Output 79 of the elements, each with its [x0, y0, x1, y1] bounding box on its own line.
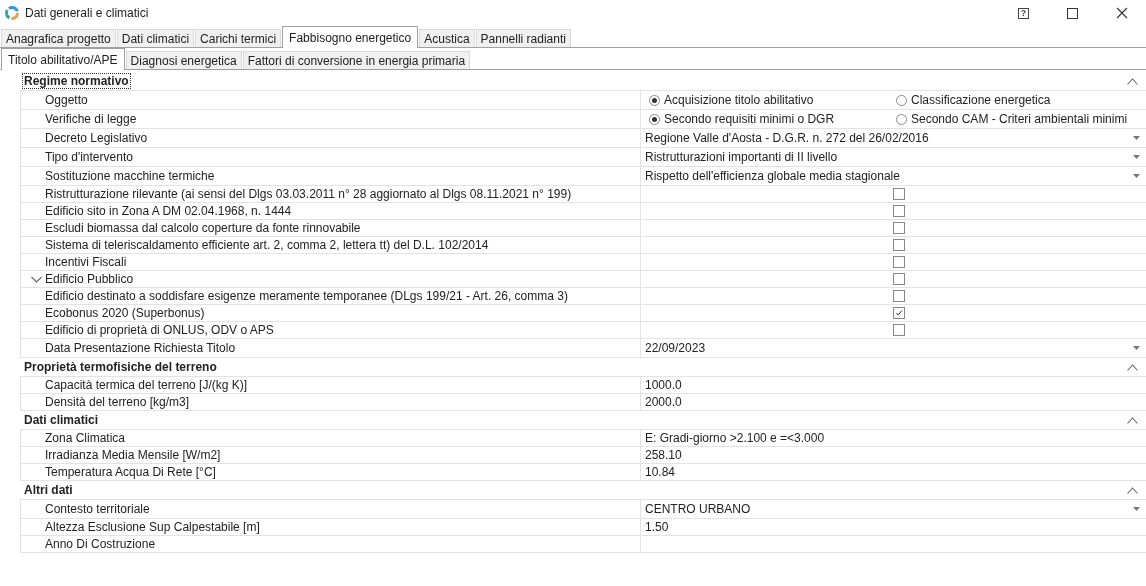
property-label: Ristrutturazione rilevante (ai sensi del Dlgs 03.03.2011 n° 28 aggiornato al Dlgs 08.11.2021 n° 199): [45, 187, 572, 201]
checkbox[interactable]: [893, 239, 905, 251]
property-label: Temperatura Acqua Di Rete [°C]: [45, 465, 216, 479]
checkbox[interactable]: [893, 324, 905, 336]
help-button[interactable]: ?: [999, 0, 1048, 26]
property-label: Edificio di proprietà di ONLUS, ODV o APS: [45, 323, 274, 337]
dropdown-arrow-icon[interactable]: [1133, 155, 1140, 159]
checkbox[interactable]: [893, 307, 905, 319]
dropdown-value[interactable]: 22/09/2023: [645, 341, 1133, 355]
radio-option[interactable]: Secondo requisiti minimi o DGR: [645, 112, 892, 126]
tab[interactable]: Dati climatici: [116, 29, 195, 47]
dropdown-arrow-icon[interactable]: [1133, 174, 1140, 178]
collapse-chevron-icon[interactable]: [1127, 77, 1138, 85]
tab[interactable]: Pannelli radianti: [475, 29, 571, 47]
collapse-chevron-icon[interactable]: [1127, 416, 1138, 424]
property-label: Ecobonus 2020 (Superbonus): [45, 306, 205, 320]
tab[interactable]: Anagrafica progetto: [1, 29, 116, 47]
property-label: Tipo d'intervento: [45, 150, 133, 164]
category-header[interactable]: Regime normativo: [23, 74, 130, 88]
property-value[interactable]: E: Gradi-giorno >2.100 e =<3.000: [645, 431, 825, 445]
category-header[interactable]: Proprietà termofisiche del terreno: [23, 360, 218, 374]
checkbox[interactable]: [893, 290, 905, 302]
tab[interactable]: Fabbisogno energetico: [282, 26, 419, 48]
property-label: Zona Climatica: [45, 431, 126, 445]
dropdown-value[interactable]: Rispetto dell'efficienza globale media stagionale: [645, 169, 1133, 183]
property-label: Decreto Legislativo: [45, 131, 148, 145]
property-label: Densità del terreno [kg/m3]: [45, 395, 190, 409]
dropdown-value[interactable]: CENTRO URBANO: [645, 502, 1133, 516]
tab[interactable]: Diagnosi energetica: [125, 51, 242, 69]
property-value[interactable]: 10.84: [645, 465, 676, 479]
radio-option[interactable]: Classificazione energetica: [892, 93, 1139, 107]
radio-option[interactable]: Acquisizione titolo abilitativo: [645, 93, 892, 107]
property-label: Edificio destinato a soddisfare esigenze meramente temporanee (DLgs 199/21 - Art. 26, comma 3): [45, 289, 568, 303]
radio-button[interactable]: [649, 94, 660, 106]
property-label: Irradianza Media Mensile [W/m2]: [45, 448, 221, 462]
property-label: Verifiche di legge: [45, 112, 137, 126]
property-label: Contesto territoriale: [45, 502, 150, 516]
property-label: Data Presentazione Richiesta Titolo: [45, 341, 236, 355]
radio-button[interactable]: [896, 113, 907, 125]
checkbox[interactable]: [893, 205, 905, 217]
maximize-icon: [1067, 7, 1078, 19]
property-value[interactable]: 2000.0: [645, 395, 682, 409]
checkbox[interactable]: [893, 273, 905, 285]
property-label: Edificio Pubblico: [45, 272, 134, 286]
property-label: Incentivi Fiscali: [45, 255, 127, 269]
tab[interactable]: Titolo abilitativo/APE: [1, 48, 125, 70]
checkbox[interactable]: [893, 188, 905, 200]
property-value[interactable]: 1.50: [645, 520, 669, 534]
checkbox[interactable]: [893, 222, 905, 234]
property-label: Capacità termica del terreno [J/(kg K)]: [45, 378, 248, 392]
property-value[interactable]: 258.10: [645, 448, 682, 462]
expand-chevron-icon[interactable]: [31, 275, 42, 283]
window-title: Dati generali e climatici: [25, 6, 149, 20]
dropdown-value[interactable]: Ristrutturazioni importanti di II livello: [645, 150, 1133, 164]
dropdown-arrow-icon[interactable]: [1133, 136, 1140, 140]
radio-button[interactable]: [896, 94, 907, 106]
radio-option[interactable]: Secondo CAM - Criteri ambientali minimi: [892, 112, 1139, 126]
collapse-chevron-icon[interactable]: [1127, 486, 1138, 494]
property-label: Anno Di Costruzione: [45, 537, 156, 551]
property-label: Sistema di teleriscaldamento efficiente art. 2, comma 2, lettera tt) del D.L. 102/2014: [45, 238, 489, 252]
app-logo-icon: [4, 5, 20, 21]
dropdown-arrow-icon[interactable]: [1133, 346, 1140, 350]
tab[interactable]: Carichi termici: [195, 29, 282, 47]
category-header[interactable]: Dati climatici: [23, 413, 100, 427]
property-label: Altezza Esclusione Sup Calpestabile [m]: [45, 520, 260, 534]
dropdown-value[interactable]: Regione Valle d'Aosta - D.G.R. n. 272 del 26/02/2016: [645, 131, 1133, 145]
property-label: Escludi biomassa dal calcolo coperture da fonte rinnovabile: [45, 221, 361, 235]
tab[interactable]: Fattori di conversione in energia primaria: [242, 51, 471, 69]
category-header[interactable]: Altri dati: [23, 483, 74, 497]
checkbox[interactable]: [893, 256, 905, 268]
property-label: Edificio sito in Zona A DM 02.04.1968, n. 1444: [45, 204, 292, 218]
property-label: Sostituzione macchine termiche: [45, 169, 215, 183]
radio-button[interactable]: [649, 113, 660, 125]
property-value[interactable]: 1000.0: [645, 378, 682, 392]
tab[interactable]: Acustica: [419, 29, 475, 47]
property-label: Oggetto: [45, 93, 88, 107]
collapse-chevron-icon[interactable]: [1127, 363, 1138, 371]
dropdown-arrow-icon[interactable]: [1133, 507, 1140, 511]
close-icon: [1115, 7, 1128, 19]
